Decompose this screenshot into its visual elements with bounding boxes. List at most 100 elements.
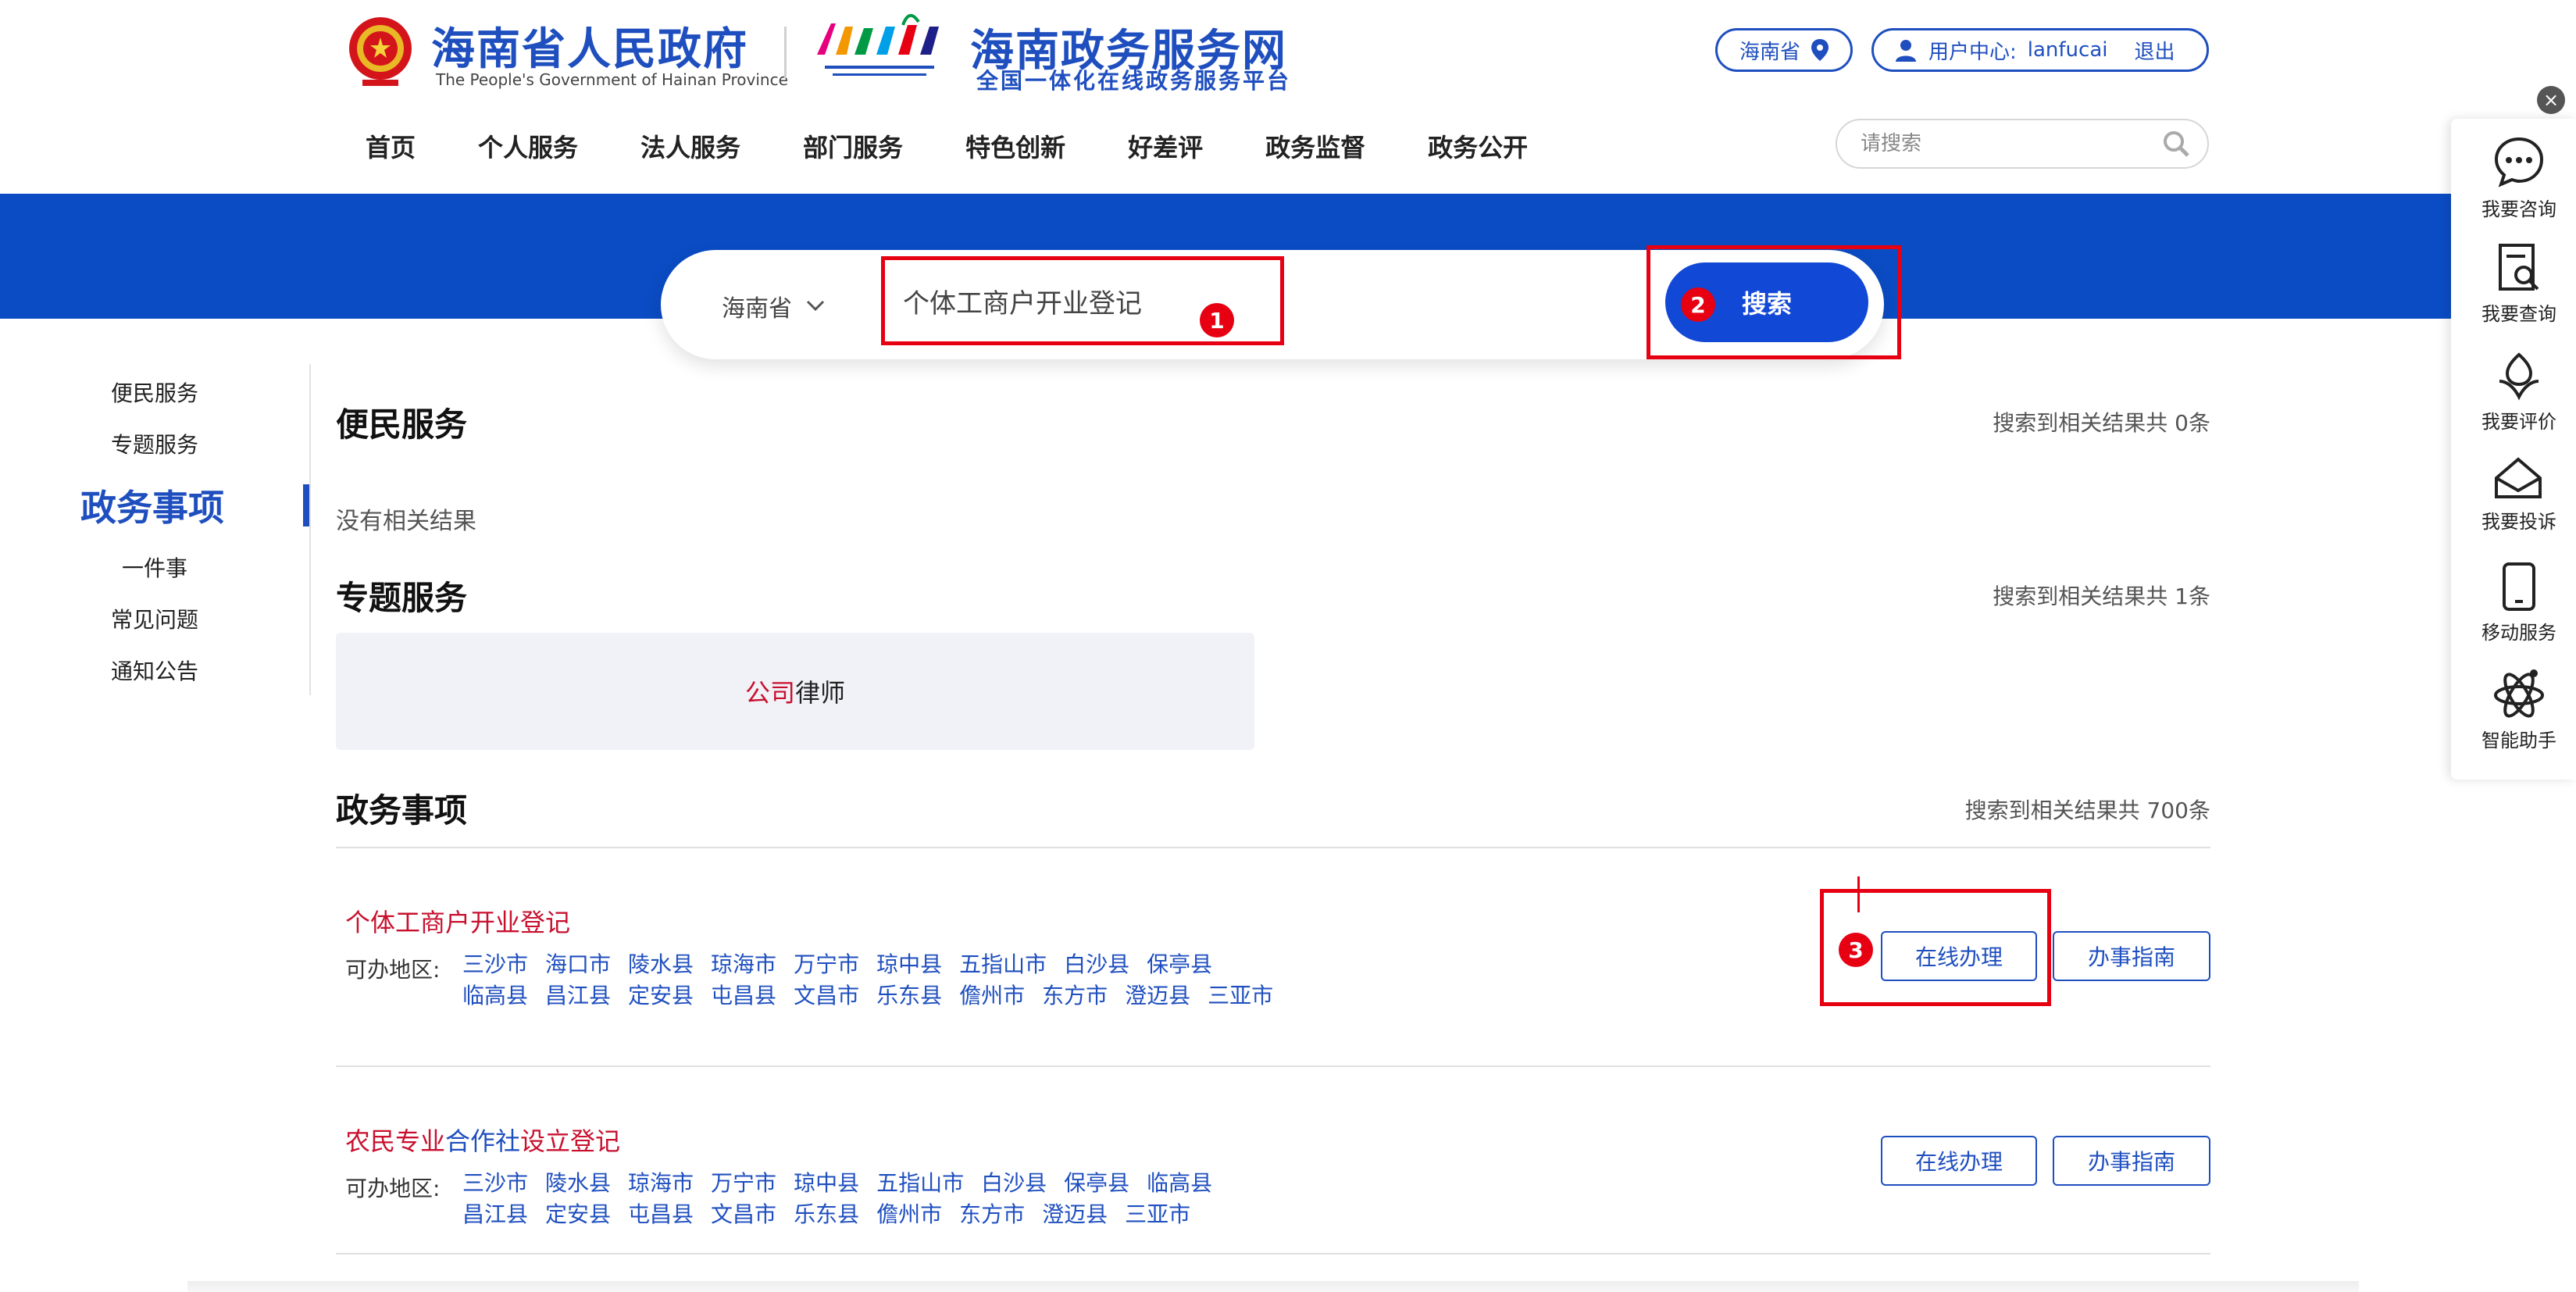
online-handle-button[interactable]: 在线办理: [1881, 931, 2037, 981]
result-title[interactable]: 农民专业合作社设立登记: [345, 1122, 620, 1158]
nav-featured[interactable]: 特色创新: [965, 128, 1065, 164]
document-search-icon: [2499, 244, 2539, 291]
area-link[interactable]: 保亭县: [1064, 1172, 1129, 1195]
online-handle-button[interactable]: 在线办理: [1881, 1136, 2037, 1186]
area-link[interactable]: 万宁市: [794, 953, 859, 976]
area-link[interactable]: 文昌市: [794, 984, 859, 1008]
section-title-convenience: 便民服务: [336, 405, 468, 444]
flower-icon: [2499, 352, 2539, 401]
area-link[interactable]: 三亚市: [1125, 1203, 1190, 1226]
nav-department[interactable]: 部门服务: [803, 128, 903, 164]
area-link[interactable]: 屯昌县: [628, 1203, 694, 1226]
area-link[interactable]: 陵水县: [545, 1172, 611, 1195]
area-link[interactable]: 东方市: [1042, 984, 1108, 1008]
result-title-highlight: 设立登记: [520, 1126, 621, 1156]
float-item-complain[interactable]: 我要投诉: [2462, 455, 2576, 534]
sidebar-item-topic[interactable]: 专题服务: [0, 428, 309, 459]
area-link[interactable]: 昌江县: [545, 984, 611, 1008]
location-pin-icon: [1811, 39, 1829, 61]
sidebar-item-notice[interactable]: 通知公告: [0, 655, 309, 686]
user-center-link[interactable]: 用户中心:: [1928, 36, 2017, 65]
header-divider: [784, 27, 787, 78]
header-search-input[interactable]: [1859, 131, 2162, 156]
region-selector-button[interactable]: 海南省: [1715, 28, 1853, 72]
main-nav: 首页 个人服务 法人服务 部门服务 特色创新 好差评 政务监督 政务公开: [366, 128, 1590, 164]
nav-supervision[interactable]: 政务监督: [1265, 128, 1365, 164]
chat-icon: [2494, 137, 2544, 187]
area-link[interactable]: 三沙市: [462, 1172, 528, 1195]
sidebar-item-faq[interactable]: 常见问题: [0, 603, 309, 634]
area-link[interactable]: 乐东县: [794, 1203, 859, 1226]
area-link[interactable]: 屯昌县: [711, 984, 776, 1008]
float-item-label: 我要咨询: [2481, 198, 2556, 220]
chevron-down-icon: [806, 300, 825, 312]
service-subtitle: 全国一体化在线政务服务平台: [976, 68, 1292, 94]
area-link[interactable]: 澄迈县: [1042, 1203, 1108, 1226]
section-divider: [336, 847, 2210, 848]
area-link[interactable]: 临高县: [462, 984, 528, 1008]
float-item-label: 智能助手: [2481, 730, 2556, 751]
float-item-consult[interactable]: 我要咨询: [2462, 134, 2576, 221]
nav-review[interactable]: 好差评: [1128, 128, 1203, 164]
result-area-label: 可办地区:: [345, 957, 441, 983]
result-area-list: 三沙市 陵水县 琼海市 万宁市 琼中县 五指山市 白沙县 保亭县 临高县 昌江县…: [462, 1172, 1283, 1226]
annotation-badge-2: 2: [1681, 287, 1715, 322]
area-link[interactable]: 陵水县: [628, 953, 694, 976]
float-item-label: 我要投诉: [2481, 511, 2556, 533]
nav-home[interactable]: 首页: [366, 128, 416, 164]
area-link[interactable]: 昌江县: [462, 1203, 528, 1226]
area-link[interactable]: 琼海市: [711, 953, 776, 976]
area-link[interactable]: 定安县: [628, 984, 694, 1008]
area-link[interactable]: 万宁市: [711, 1172, 776, 1195]
bottom-scroll-shadow: [187, 1281, 2359, 1292]
sidebar-active-indicator: [303, 484, 309, 526]
area-link[interactable]: 保亭县: [1147, 953, 1212, 976]
gov-subtitle: The People's Government of Hainan Provin…: [436, 70, 788, 89]
area-link[interactable]: 儋州市: [876, 1203, 942, 1226]
hainan-logo-icon: [817, 14, 939, 76]
area-link[interactable]: 儋州市: [959, 984, 1025, 1008]
area-link[interactable]: 琼中县: [794, 1172, 859, 1195]
gov-title: 海南省人民政府: [431, 24, 748, 75]
float-item-query[interactable]: 我要查询: [2462, 242, 2576, 326]
guide-button[interactable]: 办事指南: [2053, 1136, 2210, 1186]
area-link[interactable]: 三亚市: [1208, 984, 1273, 1008]
float-item-evaluate[interactable]: 我要评价: [2462, 350, 2576, 434]
area-link[interactable]: 五指山市: [959, 953, 1047, 976]
national-emblem-icon: [349, 17, 412, 86]
username[interactable]: lanfucai: [2028, 38, 2108, 62]
float-item-assistant[interactable]: 智能助手: [2462, 669, 2576, 752]
search-region-dropdown[interactable]: 海南省: [722, 289, 825, 323]
nav-disclosure[interactable]: 政务公开: [1428, 128, 1528, 164]
area-link[interactable]: 琼海市: [628, 1172, 694, 1195]
nav-corporate[interactable]: 法人服务: [640, 128, 740, 164]
logout-link[interactable]: 退出: [2134, 36, 2175, 65]
area-link[interactable]: 三沙市: [462, 953, 528, 976]
area-link[interactable]: 临高县: [1147, 1172, 1212, 1195]
sidebar-item-affairs[interactable]: 政务事项: [0, 480, 305, 531]
search-icon[interactable]: [2162, 130, 2190, 158]
sidebar-divider: [309, 364, 311, 695]
float-item-mobile[interactable]: 移动服务: [2462, 561, 2576, 644]
nav-personal[interactable]: 个人服务: [478, 128, 578, 164]
area-link[interactable]: 定安县: [545, 1203, 611, 1226]
area-link[interactable]: 白沙县: [981, 1172, 1047, 1195]
area-link[interactable]: 乐东县: [876, 984, 942, 1008]
sidebar-item-convenience[interactable]: 便民服务: [0, 377, 309, 408]
area-link[interactable]: 澄迈县: [1125, 984, 1190, 1008]
region-label: 海南省: [1739, 40, 1800, 64]
area-link[interactable]: 五指山市: [876, 1172, 964, 1195]
area-link[interactable]: 白沙县: [1064, 953, 1129, 976]
sidebar-item-one-thing[interactable]: 一件事: [0, 551, 309, 583]
guide-button[interactable]: 办事指南: [2053, 931, 2210, 981]
user-center-bar: 用户中心: lanfucai 退出: [1871, 28, 2209, 72]
result-title[interactable]: 个体工商户开业登记: [345, 903, 570, 939]
annotation-badge-3: 3: [1839, 933, 1873, 967]
close-icon[interactable]: ×: [2537, 86, 2565, 114]
area-link[interactable]: 海口市: [545, 953, 611, 976]
area-link[interactable]: 琼中县: [876, 953, 942, 976]
area-link[interactable]: 东方市: [959, 1203, 1025, 1226]
area-link[interactable]: 文昌市: [711, 1203, 776, 1226]
float-item-label: 我要查询: [2481, 303, 2556, 325]
topic-card[interactable]: 公司 律师: [336, 633, 1254, 750]
